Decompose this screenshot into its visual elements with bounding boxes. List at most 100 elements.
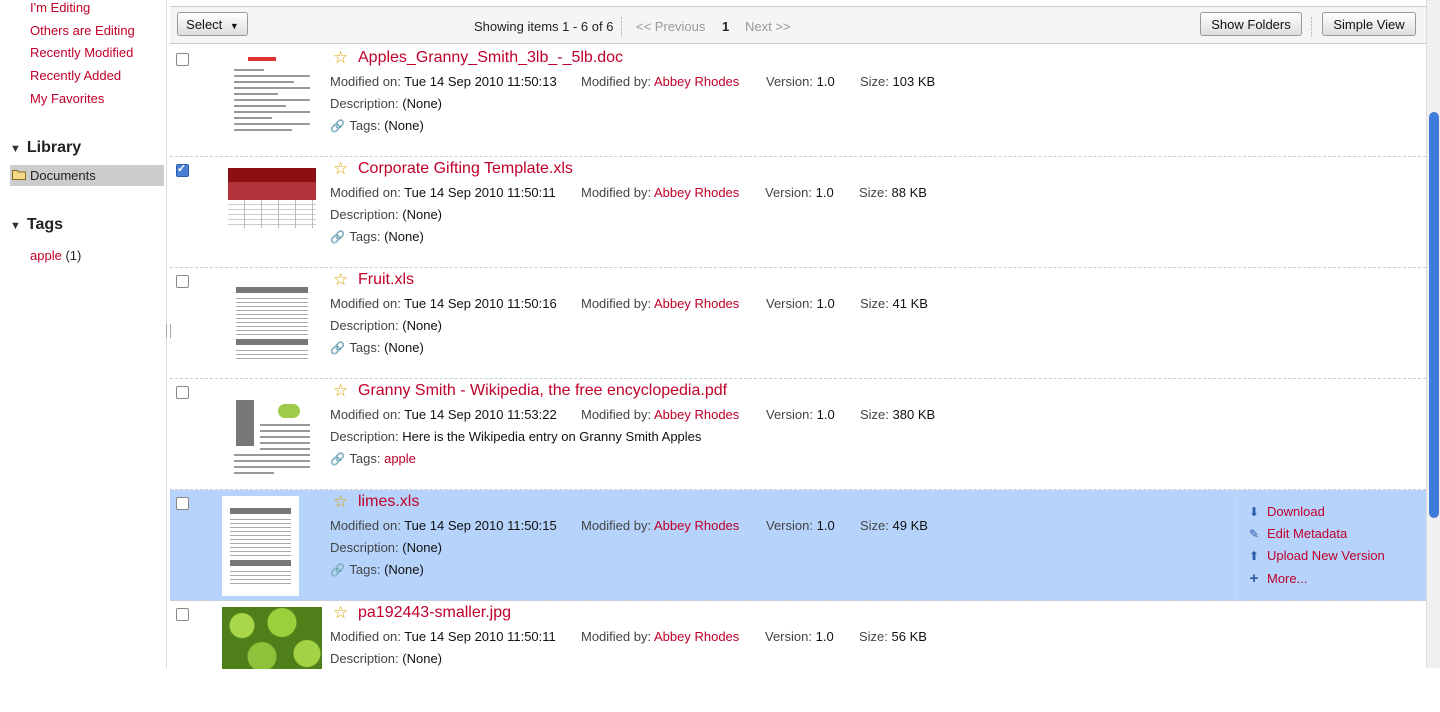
modified-by-user-link[interactable]: Abbey Rhodes bbox=[654, 296, 739, 311]
upload-new-version-label: Upload New Version bbox=[1267, 548, 1385, 563]
version-label: Version: bbox=[765, 185, 812, 200]
favorite-star-icon[interactable]: ☆ bbox=[333, 159, 348, 179]
description-label: Description: bbox=[330, 207, 399, 222]
document-name-link[interactable]: limes.xls bbox=[358, 493, 419, 511]
description-value: (None) bbox=[402, 96, 443, 111]
favorite-star-icon[interactable]: ☆ bbox=[333, 603, 348, 623]
modified-on-label: Modified on: bbox=[330, 296, 401, 311]
modified-by-user-link[interactable]: Abbey Rhodes bbox=[654, 629, 739, 644]
next-page-link[interactable]: Next >> bbox=[745, 19, 791, 34]
document-name-link[interactable]: Apples_Granny_Smith_3lb_-_5lb.doc bbox=[358, 49, 623, 67]
modified-by-info: Modified by: Abbey Rhodes bbox=[581, 74, 739, 89]
modified-by-user-link[interactable]: Abbey Rhodes bbox=[654, 185, 739, 200]
library-header[interactable]: ▼ Library bbox=[10, 139, 81, 157]
more-actions[interactable]: + More... bbox=[1247, 570, 1308, 587]
size-label: Size: bbox=[859, 629, 888, 644]
tag-item-apple: apple (1) bbox=[30, 248, 81, 263]
tag-link-apple[interactable]: apple bbox=[30, 248, 62, 263]
version-label: Version: bbox=[766, 74, 813, 89]
select-menu-button[interactable]: Select ▼ bbox=[177, 12, 248, 36]
paperclip-icon: 🔗 bbox=[330, 119, 345, 133]
photo-thumbnail[interactable] bbox=[222, 607, 322, 669]
doc-thumbnail[interactable] bbox=[228, 273, 316, 369]
modified-by-label: Modified by: bbox=[581, 296, 652, 311]
tags-value: (None) bbox=[384, 562, 424, 577]
description-label: Description: bbox=[330, 540, 399, 555]
vertical-scrollbar[interactable] bbox=[1426, 0, 1440, 668]
download-icon: ⬇ bbox=[1248, 505, 1260, 519]
modified-by-user-link[interactable]: Abbey Rhodes bbox=[654, 518, 739, 533]
modified-on-value: Tue 14 Sep 2010 11:50:11 bbox=[404, 185, 556, 200]
version-value: 1.0 bbox=[816, 296, 835, 311]
row-checkbox[interactable] bbox=[176, 608, 189, 621]
doc-thumbnail[interactable] bbox=[228, 384, 316, 480]
paperclip-icon: 🔗 bbox=[330, 341, 345, 355]
modified-by-label: Modified by: bbox=[581, 185, 652, 200]
modified-by-label: Modified by: bbox=[581, 407, 652, 422]
tags-header[interactable]: ▼ Tags bbox=[10, 216, 63, 234]
description-value: (None) bbox=[402, 540, 443, 555]
modified-on-value: Tue 14 Sep 2010 11:53:22 bbox=[404, 407, 557, 422]
modified-by-info: Modified by: Abbey Rhodes bbox=[581, 518, 739, 533]
size-info: Size: 103 KB bbox=[860, 74, 935, 89]
description-value: (None) bbox=[402, 207, 443, 222]
tags-label: Tags: bbox=[349, 118, 381, 133]
doc-thumbnail[interactable] bbox=[228, 162, 316, 258]
filter-im-editing[interactable]: I'm Editing bbox=[30, 0, 90, 15]
document-list-panel: Select ▼ Showing items 1 - 6 of 6 << Pre… bbox=[170, 0, 1426, 669]
favorite-star-icon[interactable]: ☆ bbox=[333, 270, 348, 290]
document-name-link[interactable]: Corporate Gifting Template.xls bbox=[358, 160, 573, 178]
document-row[interactable]: ☆ Fruit.xls Modified on: Tue 14 Sep 2010… bbox=[170, 268, 1426, 379]
row-checkbox[interactable] bbox=[176, 275, 189, 288]
modified-on-label: Modified on: bbox=[330, 74, 401, 89]
favorite-star-icon[interactable]: ☆ bbox=[333, 48, 348, 68]
edit-metadata-action[interactable]: ✎ Edit Metadata bbox=[1247, 526, 1347, 541]
description-label: Description: bbox=[330, 651, 399, 666]
collapse-triangle-icon[interactable]: ▼ bbox=[10, 220, 21, 232]
row-checkbox[interactable] bbox=[176, 53, 189, 66]
filter-my-favorites[interactable]: My Favorites bbox=[30, 91, 104, 106]
scrollbar-thumb[interactable] bbox=[1429, 112, 1439, 518]
edit-metadata-label: Edit Metadata bbox=[1267, 526, 1348, 541]
library-item-documents[interactable]: Documents bbox=[10, 165, 164, 186]
collapse-triangle-icon[interactable]: ▼ bbox=[10, 143, 21, 155]
document-name-link[interactable]: Fruit.xls bbox=[358, 271, 414, 289]
toolbar: Select ▼ Showing items 1 - 6 of 6 << Pre… bbox=[170, 6, 1426, 44]
favorite-star-icon[interactable]: ☆ bbox=[333, 381, 348, 401]
modified-by-user-link[interactable]: Abbey Rhodes bbox=[654, 74, 739, 89]
modified-by-info: Modified by: Abbey Rhodes bbox=[581, 629, 739, 644]
previous-page-link[interactable]: << Previous bbox=[636, 19, 705, 34]
document-row[interactable]: ☆ Apples_Granny_Smith_3lb_-_5lb.doc Modi… bbox=[170, 46, 1426, 157]
size-value: 41 KB bbox=[892, 296, 928, 311]
simple-view-button[interactable]: Simple View bbox=[1322, 12, 1416, 36]
document-name-link[interactable]: Granny Smith - Wikipedia, the free encyc… bbox=[358, 382, 727, 400]
current-page: 1 bbox=[722, 19, 730, 34]
size-info: Size: 380 KB bbox=[860, 407, 935, 422]
document-row[interactable]: ☆ Corporate Gifting Template.xls Modifie… bbox=[170, 157, 1426, 268]
download-action[interactable]: ⬇ Download bbox=[1247, 504, 1325, 519]
tags-title: Tags bbox=[26, 216, 64, 233]
row-checkbox[interactable] bbox=[176, 162, 189, 177]
upload-new-version-action[interactable]: ⬆ Upload New Version bbox=[1247, 548, 1385, 563]
modified-by-info: Modified by: Abbey Rhodes bbox=[581, 296, 739, 311]
row-checkbox[interactable] bbox=[176, 497, 189, 510]
modified-by-user-link[interactable]: Abbey Rhodes bbox=[654, 407, 739, 422]
modified-on-value: Tue 14 Sep 2010 11:50:11 bbox=[404, 629, 556, 644]
row-checkbox[interactable] bbox=[176, 386, 189, 399]
document-name-link[interactable]: pa192443-smaller.jpg bbox=[358, 604, 511, 622]
show-folders-button[interactable]: Show Folders bbox=[1200, 12, 1302, 36]
favorite-star-icon[interactable]: ☆ bbox=[333, 492, 348, 512]
filter-others-editing[interactable]: Others are Editing bbox=[30, 23, 135, 38]
document-row[interactable]: ☆ pa192443-smaller.jpg Modified on: Tue … bbox=[170, 601, 1426, 712]
tags-label: Tags: bbox=[349, 340, 381, 355]
dropdown-arrow-icon: ▼ bbox=[229, 21, 239, 31]
filter-recently-added[interactable]: Recently Added bbox=[30, 68, 121, 83]
doc-thumbnail[interactable] bbox=[228, 51, 316, 147]
modified-on-value: Tue 14 Sep 2010 11:50:15 bbox=[404, 518, 557, 533]
filter-recently-modified[interactable]: Recently Modified bbox=[30, 45, 133, 60]
doc-thumbnail[interactable] bbox=[222, 496, 299, 596]
document-row[interactable]: ☆ Granny Smith - Wikipedia, the free enc… bbox=[170, 379, 1426, 490]
tag-link[interactable]: apple bbox=[384, 451, 416, 466]
size-value: 380 KB bbox=[892, 407, 936, 422]
document-row[interactable]: ☆ limes.xls Modified on: Tue 14 Sep 2010… bbox=[170, 490, 1426, 601]
